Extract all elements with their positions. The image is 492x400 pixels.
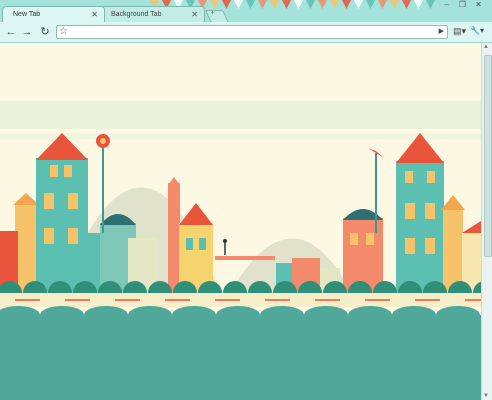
scroll-down-icon[interactable]: ▼ xyxy=(483,393,489,399)
reload-button[interactable]: ↻ xyxy=(38,25,52,39)
close-icon[interactable]: ✕ xyxy=(191,10,198,19)
tab-new-tab[interactable]: New Tab ✕ xyxy=(2,6,105,22)
plus-icon: + xyxy=(210,10,215,17)
scroll-up-icon[interactable]: ▲ xyxy=(483,44,489,50)
scrollbar-thumb[interactable] xyxy=(484,55,492,257)
tab-label: Background Tab xyxy=(111,11,162,18)
town-illustration xyxy=(0,43,481,400)
close-icon[interactable]: ✕ xyxy=(91,10,98,19)
tab-label: New Tab xyxy=(13,11,41,18)
toolbar: ← → ↻ ☆ ▶ ▤▾ 🔧▾ xyxy=(0,22,492,43)
forward-button[interactable]: → xyxy=(20,25,34,39)
title-bar: New Tab ✕ Background Tab ✕ + ‒ ❐ ✕ xyxy=(0,0,492,22)
new-tab-page xyxy=(0,43,481,400)
back-button[interactable]: ← xyxy=(4,25,18,39)
vertical-scrollbar[interactable]: ▲ ▼ xyxy=(481,43,492,400)
star-icon[interactable]: ☆ xyxy=(59,26,68,37)
omnibox[interactable]: ☆ ▶ xyxy=(56,25,448,39)
close-window-button[interactable]: ✕ xyxy=(472,0,485,10)
go-icon[interactable]: ▶ xyxy=(439,27,444,35)
wrench-menu-button[interactable]: 🔧▾ xyxy=(470,26,484,35)
page-menu-button[interactable]: ▤▾ xyxy=(453,26,466,37)
minimize-button[interactable]: ‒ xyxy=(440,0,453,10)
maximize-button[interactable]: ❐ xyxy=(456,0,469,10)
tab-background-tab[interactable]: Background Tab ✕ xyxy=(100,6,205,22)
